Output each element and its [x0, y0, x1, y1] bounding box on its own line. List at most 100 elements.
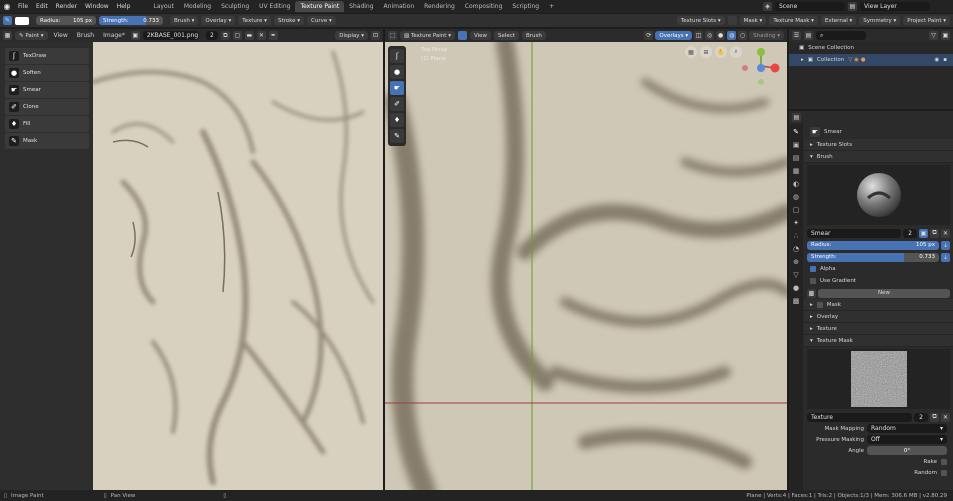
shading-menu[interactable]: Shading ▾ [749, 31, 784, 40]
menu-edit[interactable]: Edit [32, 3, 52, 10]
menu-help[interactable]: Help [113, 3, 135, 10]
open-image-icon[interactable]: ▬ [244, 31, 254, 40]
stroke-menu[interactable]: Stroke ▾ [273, 16, 304, 25]
unlink-image-icon[interactable]: ✕ [256, 31, 266, 40]
tab-uv-editing[interactable]: UV Editing [254, 1, 295, 12]
external-menu[interactable]: External ▾ [820, 16, 857, 25]
unlink-brush-icon[interactable]: ✕ [941, 228, 950, 238]
visibility-icon[interactable]: ◉ [934, 57, 939, 63]
use-gradient-checkbox[interactable] [810, 278, 816, 284]
rake-checkbox[interactable] [941, 458, 947, 465]
collection-row[interactable]: ▸ ▣ Collection ▽ ◉ ● ◉ ▪ [789, 54, 953, 66]
tool-mask[interactable]: ✎ Mask [5, 133, 89, 149]
angle-field[interactable]: 0° [867, 446, 947, 455]
display-mode-icon[interactable]: ▤ [804, 31, 813, 40]
tool-clone[interactable]: ✐ Clone [5, 99, 89, 115]
mask-panel[interactable]: ▸ Mask [804, 299, 953, 311]
color-swatch[interactable] [15, 16, 29, 25]
material-shading-icon[interactable]: ◍ [727, 31, 737, 40]
properties-type-icon[interactable]: ▤ [792, 113, 801, 122]
outliner-search[interactable]: ⌕ [816, 31, 866, 40]
brush-menu-left[interactable]: Brush [74, 32, 97, 39]
tool-tab-icon[interactable]: ✎ [793, 128, 799, 136]
mask-panel-checkbox[interactable] [816, 301, 823, 308]
tab-texture-paint[interactable]: Texture Paint [295, 1, 345, 12]
duplicate-texture-icon[interactable]: ⧉ [930, 412, 939, 422]
symmetry-menu[interactable]: Symmetry ▾ [859, 16, 901, 25]
view-menu[interactable]: View [51, 32, 71, 39]
mask-toggle[interactable] [727, 16, 737, 25]
tab-modeling[interactable]: Modeling [179, 1, 216, 12]
texture-mask-menu[interactable]: Texture Mask ▾ [769, 16, 818, 25]
tab-shading[interactable]: Shading [344, 1, 378, 12]
pan-view-icon[interactable]: ✋ [715, 46, 727, 58]
menu-render[interactable]: Render [52, 3, 81, 10]
texture-menu[interactable]: Texture ▾ [238, 16, 271, 25]
material-tab-icon[interactable]: ● [793, 284, 799, 292]
solid-shading-icon[interactable]: ● [716, 31, 726, 40]
mask-menu[interactable]: Mask ▾ [739, 16, 767, 25]
render-tab-icon[interactable]: ▣ [793, 141, 800, 149]
viewport-view-menu[interactable]: View [469, 31, 492, 40]
camera-view-icon[interactable]: ▦ [685, 46, 697, 58]
tool-smear[interactable]: ☛ Smear [5, 82, 89, 98]
physics-tab-icon[interactable]: ◔ [793, 245, 799, 253]
image-canvas[interactable] [93, 42, 383, 490]
radius-pressure-icon[interactable]: ⇣ [941, 240, 950, 250]
world-tab-icon[interactable]: ◍ [793, 193, 799, 201]
sample-icon[interactable]: ✒ [268, 31, 278, 40]
camera-restrict-icon[interactable]: ▪ [943, 57, 947, 63]
tab-scripting[interactable]: Scripting [507, 1, 544, 12]
blender-logo-icon[interactable]: ◉ [0, 2, 14, 11]
overlay-panel[interactable]: ▸ Overlay [804, 311, 953, 323]
viewport-mode-selector[interactable]: ▨ Texture Paint ▾ [400, 31, 455, 40]
display-menu[interactable]: Display ▾ [335, 31, 368, 40]
mask-mapping-select[interactable]: Random ▾ [867, 424, 947, 433]
active-tool-icon[interactable]: ✎ [3, 16, 12, 25]
axis-gizmo[interactable] [741, 46, 781, 86]
mode-selector[interactable]: ✎ Paint ▾ [15, 31, 48, 40]
radius-slider[interactable]: Radius: 105 px [36, 16, 96, 25]
vp-soften-icon[interactable]: ● [390, 65, 404, 79]
tab-rendering[interactable]: Rendering [419, 1, 460, 12]
vp-smear-icon[interactable]: ☛ [390, 81, 404, 95]
viewport-brush-menu[interactable]: Brush [522, 31, 546, 40]
tool-fill[interactable]: ♦ Fill [5, 116, 89, 132]
view-layer-tab-icon[interactable]: ▦ [793, 167, 800, 175]
texture-name-field[interactable]: Texture [807, 412, 912, 422]
grid-view-icon[interactable]: ⊞ [700, 46, 712, 58]
viewport-select-menu[interactable]: Select [494, 31, 519, 40]
rake-row[interactable]: Rake [804, 456, 953, 467]
viewport-paint-toggle[interactable] [457, 31, 467, 40]
radius-property[interactable]: Radius: 105 px [807, 240, 939, 250]
random-checkbox[interactable] [941, 469, 947, 476]
vp-fill-icon[interactable]: ♦ [390, 113, 404, 127]
filter-icon[interactable]: ▽ [929, 31, 938, 40]
brush-preview[interactable] [807, 165, 950, 225]
alpha-row[interactable]: Alpha [804, 263, 953, 275]
strength-property[interactable]: Strength: 0.733 [807, 252, 939, 262]
overlay-menu[interactable]: Overlay ▾ [201, 16, 236, 25]
new-collection-icon[interactable]: ▣ [941, 31, 950, 40]
texture-mask-panel[interactable]: ▾ Texture Mask [804, 335, 953, 347]
strength-slider[interactable]: Strength: 0.733 [99, 16, 163, 25]
gizmo-toggle-icon[interactable]: ⊡ [371, 31, 380, 40]
tab-sculpting[interactable]: Sculpting [216, 1, 254, 12]
tab-animation[interactable]: Animation [379, 1, 420, 12]
vp-clone-icon[interactable]: ✐ [390, 97, 404, 111]
view-layer-selector[interactable]: View Layer [860, 2, 930, 11]
expand-arrow-icon[interactable]: ▸ [801, 57, 804, 63]
unlink-texture-icon[interactable]: ✕ [941, 412, 950, 422]
xray-icon[interactable]: ◫ [694, 31, 704, 40]
vp-mask-icon[interactable]: ✎ [390, 129, 404, 143]
modifier-tab-icon[interactable]: ✦ [793, 219, 799, 227]
gizmo-icon[interactable]: ⟳ [644, 31, 654, 40]
brush-menu[interactable]: Brush ▾ [170, 16, 199, 25]
curve-menu[interactable]: Curve ▾ [307, 16, 336, 25]
duplicate-brush-icon[interactable]: ⧉ [930, 228, 939, 238]
viewport-editor-type-icon[interactable]: ⬚ [388, 31, 397, 40]
texture-mask-preview[interactable] [807, 349, 950, 409]
menu-file[interactable]: File [14, 3, 32, 10]
image-menu[interactable]: Image* [100, 32, 128, 39]
texture-slots-menu[interactable]: Texture Slots ▾ [676, 16, 725, 25]
